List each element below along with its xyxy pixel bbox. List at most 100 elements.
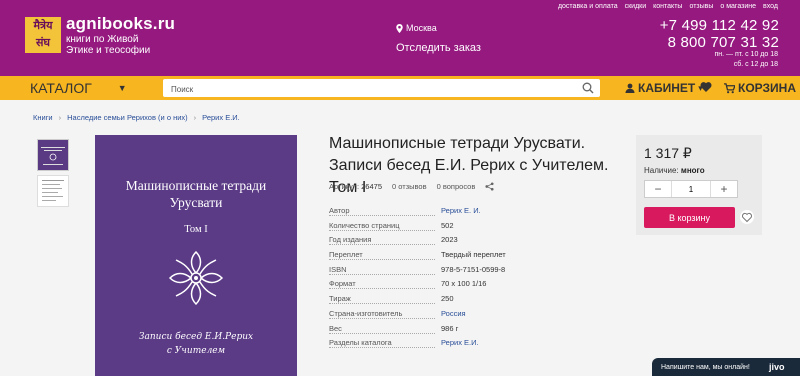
- price: 1 317 ₽: [644, 145, 692, 161]
- link-contacts[interactable]: контакты: [653, 3, 682, 10]
- article: Артикул: 26475: [329, 182, 382, 191]
- thumbnail-page[interactable]: [37, 175, 69, 207]
- account-menu-button[interactable]: КАБИНЕТ ▾: [625, 81, 703, 95]
- product-specs: Автор Рерих Е. И. Количество страниц 502 Год…: [329, 206, 609, 353]
- spec-value[interactable]: Рерих Е.И.: [441, 338, 479, 347]
- add-to-cart-button[interactable]: В корзину: [644, 207, 735, 228]
- brand-tagline: книги по Живой Этике и теософии: [66, 34, 151, 56]
- cover-volume: Том I: [184, 224, 208, 235]
- top-links: доставка и оплата скидки контакты отзывы…: [558, 3, 778, 10]
- spec-leader: [329, 332, 435, 334]
- link-reviews[interactable]: отзывы: [689, 3, 713, 10]
- user-icon: [625, 83, 635, 93]
- location-pin-icon: [396, 23, 403, 33]
- spec-row: Формат 70 х 100 1/16: [329, 279, 609, 294]
- chat-widget[interactable]: Напишите нам, мы онлайн! jivo: [652, 358, 800, 376]
- book-cover-image[interactable]: Машинописные тетради Урусвати Том I Запи…: [95, 135, 297, 376]
- cover-thumbnail-image: [41, 147, 65, 165]
- spec-value: 2023: [441, 235, 458, 245]
- spec-value: 250: [441, 294, 454, 304]
- cart-icon: [724, 82, 735, 93]
- link-discounts[interactable]: скидки: [625, 3, 647, 10]
- spec-row: Автор Рерих Е. И.: [329, 206, 609, 221]
- decrease-qty-button[interactable]: −: [645, 182, 671, 196]
- heart-outline-icon: [741, 212, 753, 223]
- share-icon[interactable]: [485, 182, 494, 191]
- buy-box: 1 317 ₽ Наличие: много − + В корзину: [636, 135, 762, 235]
- spec-value: 978-5-7151-0599-8: [441, 264, 506, 274]
- spec-row: ISBN 978-5-7151-0599-8: [329, 265, 609, 280]
- spec-leader: [329, 244, 435, 246]
- cart-label: КОРЗИНА: [738, 81, 796, 95]
- chevron-down-icon: ▼: [117, 83, 127, 93]
- phone-2[interactable]: 8 800 707 31 32: [668, 34, 779, 51]
- spec-label: Страна-изготовитель: [329, 308, 403, 318]
- spec-leader: [329, 215, 435, 216]
- phone-1[interactable]: +7 499 112 42 92: [660, 17, 779, 34]
- spec-row: Переплет Твердый переплет: [329, 250, 609, 265]
- spec-leader: [329, 288, 435, 290]
- spec-label: ISBN: [329, 264, 347, 274]
- spec-row: Вес 986 г: [329, 324, 609, 339]
- breadcrumb-separator: ›: [58, 113, 62, 122]
- hours-saturday: сб. с 12 до 18: [733, 61, 778, 68]
- favorites-heart-icon[interactable]: [700, 81, 712, 93]
- breadcrumb: Книги › Наследие семьи Рерихов (и о них)…: [33, 113, 240, 122]
- product-meta: Артикул: 26475 0 отзывов 0 вопросов: [329, 182, 494, 191]
- logo[interactable]: मैत्रेय संघ: [25, 17, 61, 53]
- spec-row: Количество страниц 502: [329, 221, 609, 236]
- reviews-link[interactable]: 0 отзывов: [392, 182, 427, 191]
- breadcrumb-roerich-ei[interactable]: Рерих Е.И.: [202, 113, 240, 122]
- spec-value: Твердый переплет: [441, 250, 506, 260]
- quantity-input[interactable]: [671, 181, 711, 197]
- spec-row: Разделы каталога Рерих Е.И.: [329, 338, 609, 353]
- spec-leader: [329, 259, 435, 261]
- questions-link[interactable]: 0 вопросов: [437, 182, 476, 191]
- spec-label: Автор: [329, 206, 350, 215]
- link-about[interactable]: о магазине: [720, 3, 756, 10]
- spec-value: 986 г: [441, 323, 459, 333]
- cover-title: Машинописные тетради Урусвати: [125, 178, 267, 210]
- track-order-link[interactable]: Отследить заказ: [396, 42, 481, 54]
- increase-qty-button[interactable]: +: [711, 182, 737, 196]
- breadcrumb-books[interactable]: Книги: [33, 113, 53, 122]
- link-delivery[interactable]: доставка и оплата: [558, 3, 618, 10]
- search-input[interactable]: [163, 80, 563, 99]
- spec-leader: [329, 273, 435, 275]
- spec-label: Разделы каталога: [329, 338, 392, 348]
- chat-prompt: Напишите нам, мы онлайн!: [661, 363, 750, 371]
- search-icon[interactable]: [582, 82, 594, 94]
- catalog-label: КАТАЛОГ: [30, 80, 92, 96]
- breadcrumb-roerich-heritage[interactable]: Наследие семьи Рерихов (и о них): [67, 113, 188, 122]
- spec-row: Тираж 250: [329, 294, 609, 309]
- spec-label: Тираж: [329, 294, 351, 304]
- city-label: Москва: [406, 23, 437, 33]
- brand-name[interactable]: agnibooks.ru: [66, 14, 175, 34]
- breadcrumb-separator: ›: [193, 113, 197, 122]
- spec-label: Переплет: [329, 250, 363, 260]
- city-selector[interactable]: Москва: [396, 23, 437, 33]
- spec-value[interactable]: Рерих Е. И.: [441, 206, 481, 215]
- nav-bar: КАТАЛОГ ▼ КАБИНЕТ ▾ КОРЗИНА: [0, 76, 800, 100]
- spec-label: Формат: [329, 279, 356, 289]
- spec-leader: [329, 317, 435, 319]
- spec-label: Количество страниц: [329, 220, 400, 230]
- search-box: [163, 79, 600, 99]
- chat-brand: jivo: [769, 362, 785, 372]
- spec-value: 502: [441, 220, 454, 230]
- spec-value[interactable]: Россия: [441, 309, 466, 318]
- link-login[interactable]: вход: [763, 3, 778, 10]
- availability: Наличие: много: [644, 166, 705, 175]
- hours-weekday: пн. — пт. с 10 до 18: [714, 51, 779, 58]
- catalog-menu-button[interactable]: КАТАЛОГ ▼: [30, 80, 127, 96]
- cover-subtitle: Записи бесед Е.И.Рерих с Учителем: [138, 332, 254, 356]
- add-to-favorites-button[interactable]: [740, 210, 754, 224]
- thumbnail-cover[interactable]: [37, 139, 69, 171]
- spec-leader: [329, 347, 435, 349]
- spec-leader: [329, 303, 435, 305]
- spec-label: Год издания: [329, 235, 372, 245]
- spec-row: Страна-изготовитель Россия: [329, 309, 609, 324]
- spec-value: 70 х 100 1/16: [441, 279, 487, 289]
- cart-button[interactable]: КОРЗИНА: [724, 81, 796, 95]
- account-label: КАБИНЕТ: [638, 81, 696, 95]
